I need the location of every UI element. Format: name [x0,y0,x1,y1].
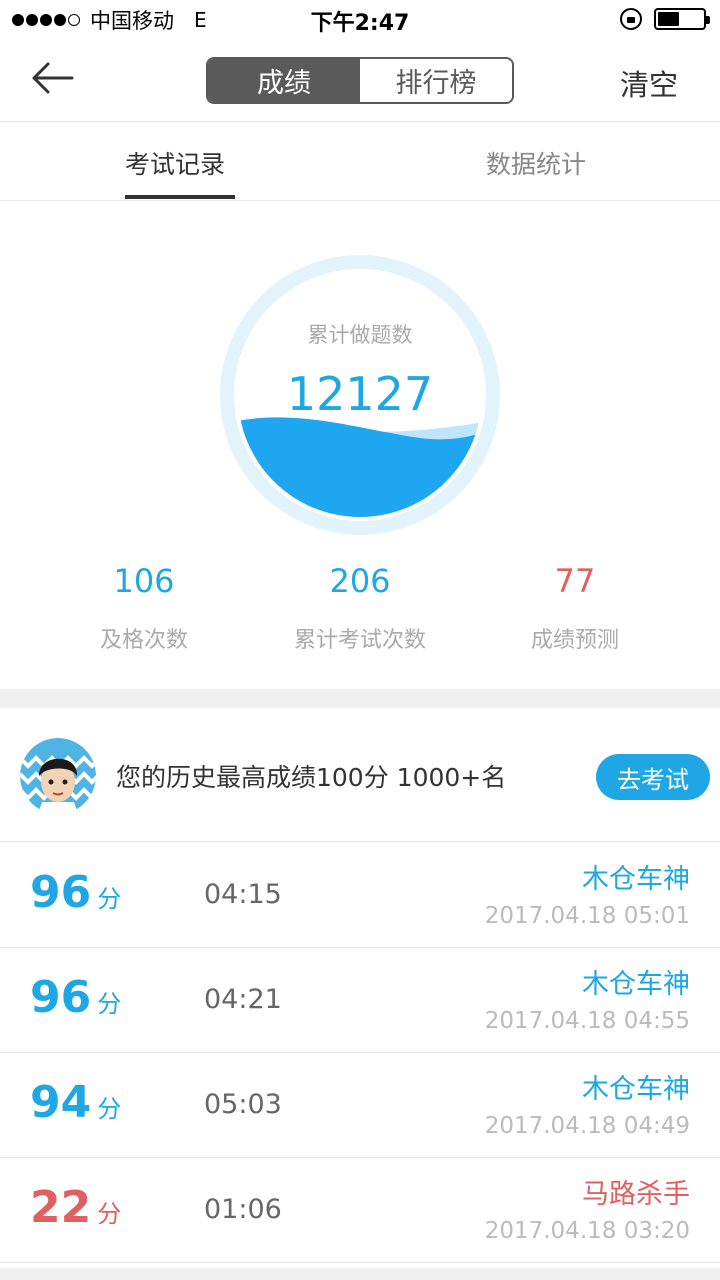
list-item[interactable]: 96 分 04:15 木仓车神 2017.04.18 05:01 [0,843,720,948]
avatar [20,738,96,814]
rotation-lock-icon [620,8,642,30]
score-value: 94 [30,1077,92,1128]
battery-icon [654,8,710,30]
record-score: 96 分 [30,972,121,1023]
segment-control: 成绩 排行榜 [206,57,514,104]
nav-bar: 成绩 排行榜 清空 [0,40,720,122]
stat-pass-count: 106 及格次数 [24,562,264,654]
score-unit: 分 [97,990,122,1018]
list-item[interactable]: 94 分 05:03 木仓车神 2017.04.18 04:49 [0,1053,720,1158]
record-title: 木仓车神 [582,1074,690,1105]
segment-ranking[interactable]: 排行榜 [360,59,512,102]
stat-exam-count: 206 累计考试次数 [240,562,480,654]
stat-value: 77 [554,562,596,600]
record-duration: 01:06 [204,1194,282,1225]
active-tab-indicator [125,195,235,199]
stat-score-prediction: 77 成绩预测 [455,562,695,654]
stat-value: 206 [329,562,391,600]
section-divider [0,689,720,708]
list-item[interactable]: 22 分 01:06 马路杀手 2017.04.18 03:20 [0,1158,720,1263]
score-value: 96 [30,972,92,1023]
sub-tabs: 考试记录 数据统计 [0,123,720,201]
status-time: 下午2:47 [310,11,410,36]
gauge-value: 12127 [286,367,434,421]
back-arrow-icon[interactable] [28,56,76,100]
record-score: 22 分 [30,1182,121,1233]
record-title: 木仓车神 [582,969,690,1000]
record-duration: 04:15 [204,879,282,910]
record-duration: 04:21 [204,984,282,1015]
record-score: 94 分 [30,1077,121,1128]
status-right [620,8,710,30]
tab-exam-records[interactable]: 考试记录 [125,145,225,181]
records-list: 96 分 04:15 木仓车神 2017.04.18 05:01 96 分 04… [0,843,720,1263]
score-unit: 分 [97,1095,122,1123]
bottom-divider [0,1268,720,1280]
record-date: 2017.04.18 03:20 [484,1218,690,1244]
score-value: 96 [30,867,92,918]
score-unit: 分 [97,1200,122,1228]
gauge-label: 累计做题数 [307,323,413,347]
stat-value: 106 [113,562,175,600]
record-score: 96 分 [30,867,121,918]
record-date: 2017.04.18 04:55 [484,1008,690,1034]
record-title: 木仓车神 [582,864,690,895]
best-score-text: 您的历史最高成绩100分 1000+名 [116,763,507,792]
score-value: 22 [30,1182,92,1233]
go-exam-button[interactable]: 去考试 [596,754,710,800]
status-bar: 中国移动 E 下午2:47 [0,0,720,40]
stat-label: 累计考试次数 [293,628,426,653]
record-duration: 05:03 [204,1089,282,1120]
record-date: 2017.04.18 04:49 [484,1113,690,1139]
best-score-row: 您的历史最高成绩100分 1000+名 去考试 [0,708,720,842]
stat-label: 成绩预测 [530,628,619,653]
tab-data-statistics[interactable]: 数据统计 [486,145,586,181]
stat-label: 及格次数 [99,628,188,653]
score-unit: 分 [97,885,122,913]
segment-score[interactable]: 成绩 [208,59,360,102]
stats-section: 累计做题数 12127 106 及格次数 206 累计考试次数 77 成绩预测 [0,202,720,689]
list-item[interactable]: 96 分 04:21 木仓车神 2017.04.18 04:55 [0,948,720,1053]
clear-button[interactable]: 清空 [620,62,678,104]
record-date: 2017.04.18 05:01 [484,903,690,929]
record-title: 马路杀手 [582,1179,690,1210]
